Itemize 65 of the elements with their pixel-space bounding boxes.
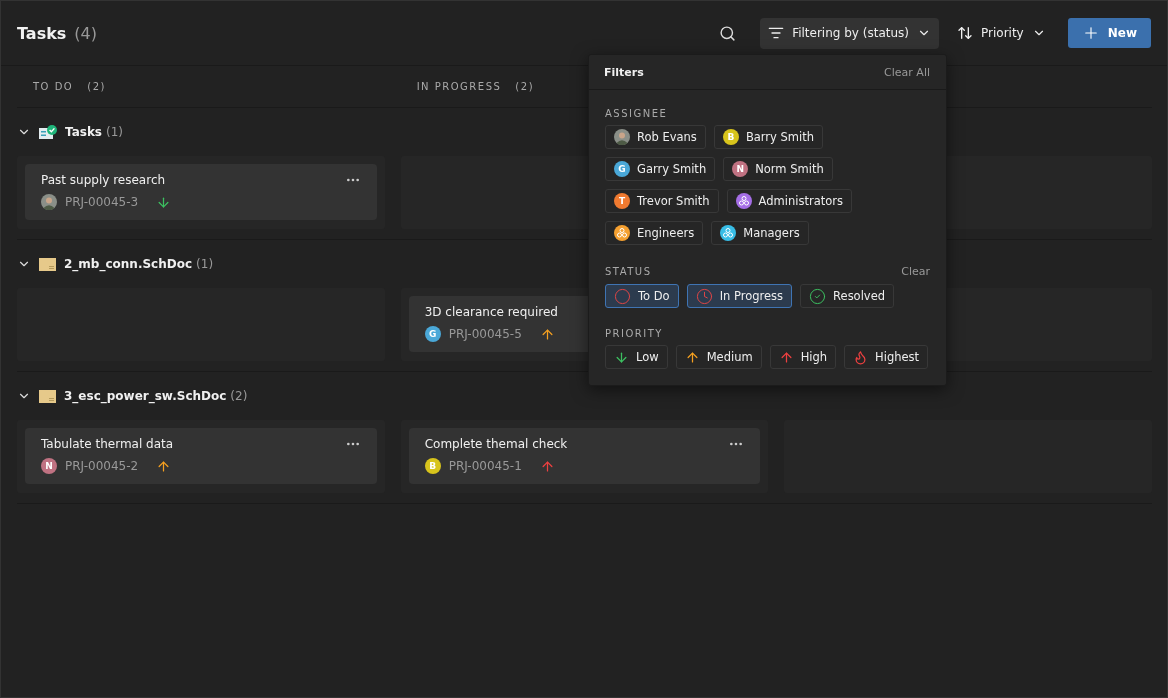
- avatar: N: [732, 161, 749, 177]
- priority-chip[interactable]: Medium: [675, 345, 762, 369]
- card-title: Tabulate thermal data: [41, 437, 174, 451]
- assignee-chip[interactable]: Engineers: [605, 221, 704, 245]
- popover-title: Filters: [604, 65, 644, 79]
- section-label: PRIORITY: [605, 328, 663, 339]
- sort-button[interactable]: Priority: [949, 17, 1054, 49]
- sort-icon: [957, 25, 973, 41]
- document-icon: [39, 257, 56, 271]
- task-id: PRJ-00045-1: [448, 459, 522, 473]
- priority-chip[interactable]: High: [769, 345, 837, 369]
- column-header: TO DO (2): [32, 81, 107, 92]
- priority-chip[interactable]: Highest: [844, 345, 929, 369]
- task-card[interactable]: Tabulate thermal data N PRJ-00045-2: [25, 428, 377, 484]
- task-id: PRJ-00045-2: [65, 459, 139, 473]
- clock-icon: [695, 287, 713, 305]
- avatar: N: [41, 458, 57, 474]
- task-id: PRJ-00045-5: [448, 327, 522, 341]
- avatar: G: [424, 326, 441, 342]
- task-count: (4): [74, 23, 97, 43]
- search-icon: [719, 24, 737, 42]
- group-name: 2_mb_conn.SchDoc: [64, 257, 193, 271]
- avatar: T: [614, 193, 630, 209]
- status-chip[interactable]: Resolved: [800, 284, 895, 308]
- status-chip[interactable]: In Progress: [686, 284, 793, 308]
- group-count: (1): [106, 125, 123, 139]
- task-card[interactable]: Complete themal check B PRJ-00045-1: [408, 428, 761, 484]
- arrow-down-icon: [614, 349, 629, 365]
- group-name: 3_esc_power_sw.SchDoc: [64, 389, 227, 403]
- document-icon: [39, 389, 56, 403]
- clear-all-button[interactable]: Clear All: [884, 65, 930, 79]
- clear-button[interactable]: Clear: [901, 265, 930, 278]
- avatar: B: [424, 458, 441, 474]
- task-list-icon: [39, 125, 57, 139]
- assignee-chip[interactable]: B Barry Smith: [713, 125, 824, 149]
- avatar-icon: [41, 194, 57, 210]
- column-header: IN PROGRESS (2): [415, 81, 536, 92]
- assignee-chip[interactable]: T Trevor Smith: [605, 189, 719, 213]
- section-label: ASSIGNEE: [605, 108, 668, 119]
- card-title: 3D clearance required: [424, 305, 558, 319]
- check-circle-icon: [809, 287, 827, 305]
- task-id: PRJ-00045-3: [65, 195, 139, 209]
- circle-icon: [614, 287, 631, 305]
- assignee-chip[interactable]: G Garry Smith: [605, 157, 716, 181]
- task-card[interactable]: Past supply research PRJ-00045-3: [25, 164, 377, 220]
- section-label: STATUS: [605, 266, 652, 277]
- priority-chip[interactable]: Low: [605, 345, 668, 369]
- group-count: (2): [230, 389, 248, 403]
- page-title: Tasks: [17, 23, 67, 43]
- filter-button[interactable]: Filtering by (status): [760, 17, 939, 49]
- group-count: (1): [196, 257, 214, 271]
- status-chip[interactable]: To Do: [605, 284, 679, 308]
- assignee-chip[interactable]: Administrators: [726, 189, 852, 213]
- assignee-chip[interactable]: N Norm Smith: [723, 157, 833, 181]
- new-button[interactable]: New: [1067, 18, 1151, 48]
- avatar: B: [722, 129, 739, 145]
- avatar-icon: [614, 129, 630, 145]
- card-title: Past supply research: [41, 173, 166, 187]
- assignee-chip[interactable]: Managers: [711, 221, 809, 245]
- filter-icon: [768, 25, 785, 41]
- assignee-chip[interactable]: Rob Evans: [605, 125, 706, 149]
- group-name: Tasks: [65, 125, 102, 139]
- card-title: Complete themal check: [424, 437, 568, 451]
- avatar: G: [614, 161, 630, 177]
- arrow-down-icon: [156, 194, 172, 210]
